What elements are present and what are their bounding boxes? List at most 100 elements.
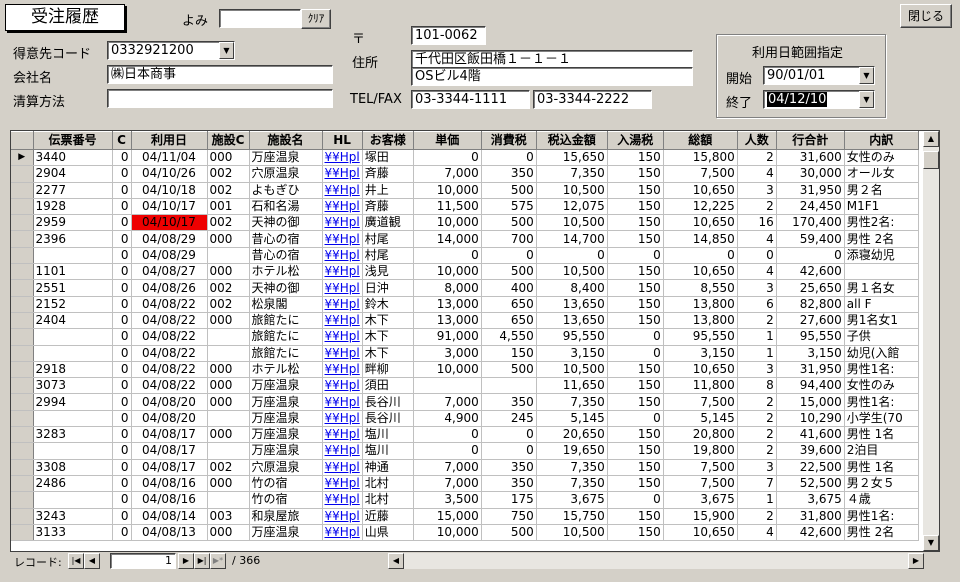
- record-number-field[interactable]: 1: [110, 553, 176, 569]
- table-cell[interactable]: ¥¥Hpl: [322, 279, 363, 297]
- row-selector[interactable]: [11, 214, 34, 232]
- table-row[interactable]: 2918 0 04/08/22 000 ホテル松 ¥¥Hpl 畔柳 10,000 500 10,5…: [11, 361, 919, 379]
- table-row[interactable]: 3133 0 04/08/13 000 万座温泉 ¥¥Hpl 山県 10,000 500 10,5…: [11, 524, 919, 542]
- row-selector[interactable]: [11, 508, 34, 525]
- table-cell[interactable]: 0: [112, 475, 132, 493]
- table-cell[interactable]: 15,650: [536, 149, 608, 167]
- table-cell[interactable]: ¥¥Hpl: [322, 263, 363, 281]
- table-row[interactable]: 2277 0 04/10/18 002 よもぎひ ¥¥Hpl 井上 10,000 500 10,5…: [11, 182, 919, 199]
- table-cell[interactable]: 7,000: [413, 165, 482, 183]
- table-cell[interactable]: 002: [207, 279, 250, 297]
- table-cell[interactable]: 0: [413, 247, 482, 265]
- table-row[interactable]: 0 04/08/22 旅館たに ¥¥Hpl 木下 3,000 150 3,150 0 3,150 1…: [11, 345, 919, 362]
- table-cell[interactable]: 0: [112, 524, 132, 542]
- table-cell[interactable]: 0: [607, 410, 664, 428]
- table-cell[interactable]: 1: [737, 491, 777, 509]
- table-cell[interactable]: 木下: [362, 328, 414, 346]
- table-cell[interactable]: M1F1: [844, 198, 919, 216]
- table-cell[interactable]: 2486: [33, 475, 113, 493]
- table-cell[interactable]: 小学生(70: [844, 410, 919, 428]
- table-cell[interactable]: 添寝幼児: [844, 247, 919, 265]
- table-cell[interactable]: [207, 328, 250, 346]
- table-cell[interactable]: 3: [737, 279, 777, 297]
- table-cell[interactable]: 04/08/27: [131, 263, 208, 281]
- table-cell[interactable]: 10,000: [413, 524, 482, 542]
- column-header[interactable]: 内訳: [844, 131, 919, 150]
- row-selector[interactable]: [11, 165, 34, 183]
- table-cell[interactable]: ホテル松: [249, 263, 323, 281]
- table-cell[interactable]: 19,800: [663, 442, 738, 460]
- history-grid[interactable]: 伝票番号 C 利用日 施設C 施設名 HL お客様 単価 消費税 税込金額 入湯税 総額 人数 行合計 内訳…: [10, 130, 940, 552]
- table-cell[interactable]: 000: [207, 230, 250, 248]
- table-cell[interactable]: 13,800: [663, 312, 738, 330]
- table-cell[interactable]: 10,650: [663, 263, 738, 281]
- company-field[interactable]: ㈱日本商事: [107, 65, 333, 84]
- column-header[interactable]: 伝票番号: [33, 131, 113, 150]
- table-cell[interactable]: 0: [112, 328, 132, 346]
- table-cell[interactable]: 万座温泉: [249, 410, 323, 428]
- end-date-select[interactable]: 04/12/10 ▼: [763, 90, 875, 109]
- table-row[interactable]: 2152 0 04/08/22 002 松泉閣 ¥¥Hpl 鈴木 13,000 650 13,65…: [11, 296, 919, 313]
- table-cell[interactable]: 塩川: [362, 426, 414, 444]
- table-cell[interactable]: 04/08/13: [131, 524, 208, 542]
- table-cell[interactable]: 42,600: [776, 524, 845, 542]
- table-cell[interactable]: 2: [737, 426, 777, 444]
- table-cell[interactable]: 昔心の宿: [249, 247, 323, 265]
- table-row[interactable]: 2994 0 04/08/20 000 万座温泉 ¥¥Hpl 長谷川 7,000 350 7,35…: [11, 393, 919, 411]
- table-cell[interactable]: 0: [112, 377, 132, 395]
- table-cell[interactable]: 浅見: [362, 263, 414, 281]
- table-cell[interactable]: 男１名女: [844, 279, 919, 297]
- table-cell[interactable]: 男２女５: [844, 475, 919, 493]
- table-cell[interactable]: 002: [207, 296, 250, 313]
- table-cell[interactable]: 7,350: [536, 475, 608, 493]
- table-cell[interactable]: 4: [737, 230, 777, 248]
- clear-button[interactable]: ｸﾘｱ: [301, 9, 331, 29]
- table-cell[interactable]: 女性のみ: [844, 377, 919, 395]
- table-cell[interactable]: 59,400: [776, 230, 845, 248]
- table-cell[interactable]: 子供: [844, 328, 919, 346]
- table-cell[interactable]: 13,650: [536, 296, 608, 313]
- table-cell[interactable]: 長谷川: [362, 410, 414, 428]
- customer-code-select[interactable]: 0332921200 ▼: [107, 41, 235, 60]
- table-cell[interactable]: 0: [112, 279, 132, 297]
- table-cell[interactable]: 3: [737, 459, 777, 476]
- table-cell[interactable]: 松泉閣: [249, 296, 323, 313]
- table-cell[interactable]: 002: [207, 182, 250, 199]
- table-cell[interactable]: 男性1名:: [844, 508, 919, 525]
- table-cell[interactable]: 150: [607, 475, 664, 493]
- table-cell[interactable]: 8,550: [663, 279, 738, 297]
- table-cell[interactable]: 4,900: [413, 410, 482, 428]
- table-cell[interactable]: 150: [607, 442, 664, 460]
- table-cell[interactable]: 04/08/22: [131, 312, 208, 330]
- table-cell[interactable]: 山県: [362, 524, 414, 542]
- table-cell[interactable]: 0: [607, 328, 664, 346]
- row-selector[interactable]: [11, 491, 34, 509]
- table-cell[interactable]: 10,000: [413, 263, 482, 281]
- table-cell[interactable]: 3283: [33, 426, 113, 444]
- table-cell[interactable]: 400: [481, 279, 537, 297]
- table-cell[interactable]: 0: [112, 491, 132, 509]
- table-cell[interactable]: 2152: [33, 296, 113, 313]
- table-cell[interactable]: 14,850: [663, 230, 738, 248]
- table-cell[interactable]: 塩川: [362, 442, 414, 460]
- table-cell[interactable]: よもぎひ: [249, 182, 323, 199]
- table-cell[interactable]: 万座温泉: [249, 442, 323, 460]
- table-row[interactable]: 2959 0 04/10/17 002 天神の御 ¥¥Hpl 廣道観 10,000 500 10,…: [11, 214, 919, 232]
- table-cell[interactable]: [413, 377, 482, 395]
- table-cell[interactable]: ¥¥Hpl: [322, 524, 363, 542]
- table-cell[interactable]: 04/08/17: [131, 426, 208, 444]
- table-row[interactable]: 0 04/08/22 旅館たに ¥¥Hpl 木下 91,000 4,550 95,550 0 95…: [11, 328, 919, 346]
- table-cell[interactable]: 04/08/22: [131, 377, 208, 395]
- table-cell[interactable]: 旅館たに: [249, 328, 323, 346]
- table-cell[interactable]: 04/08/17: [131, 442, 208, 460]
- table-cell[interactable]: 2: [737, 149, 777, 167]
- table-cell[interactable]: ¥¥Hpl: [322, 296, 363, 313]
- table-cell[interactable]: 13,000: [413, 312, 482, 330]
- table-cell[interactable]: 350: [481, 459, 537, 476]
- table-row[interactable]: 2904 0 04/10/26 002 穴原温泉 ¥¥Hpl 斉藤 7,000 350 7,350…: [11, 165, 919, 183]
- table-cell[interactable]: 5,145: [536, 410, 608, 428]
- table-cell[interactable]: 15,900: [663, 508, 738, 525]
- table-cell[interactable]: 20,800: [663, 426, 738, 444]
- table-cell[interactable]: ¥¥Hpl: [322, 345, 363, 362]
- table-cell[interactable]: ¥¥Hpl: [322, 198, 363, 216]
